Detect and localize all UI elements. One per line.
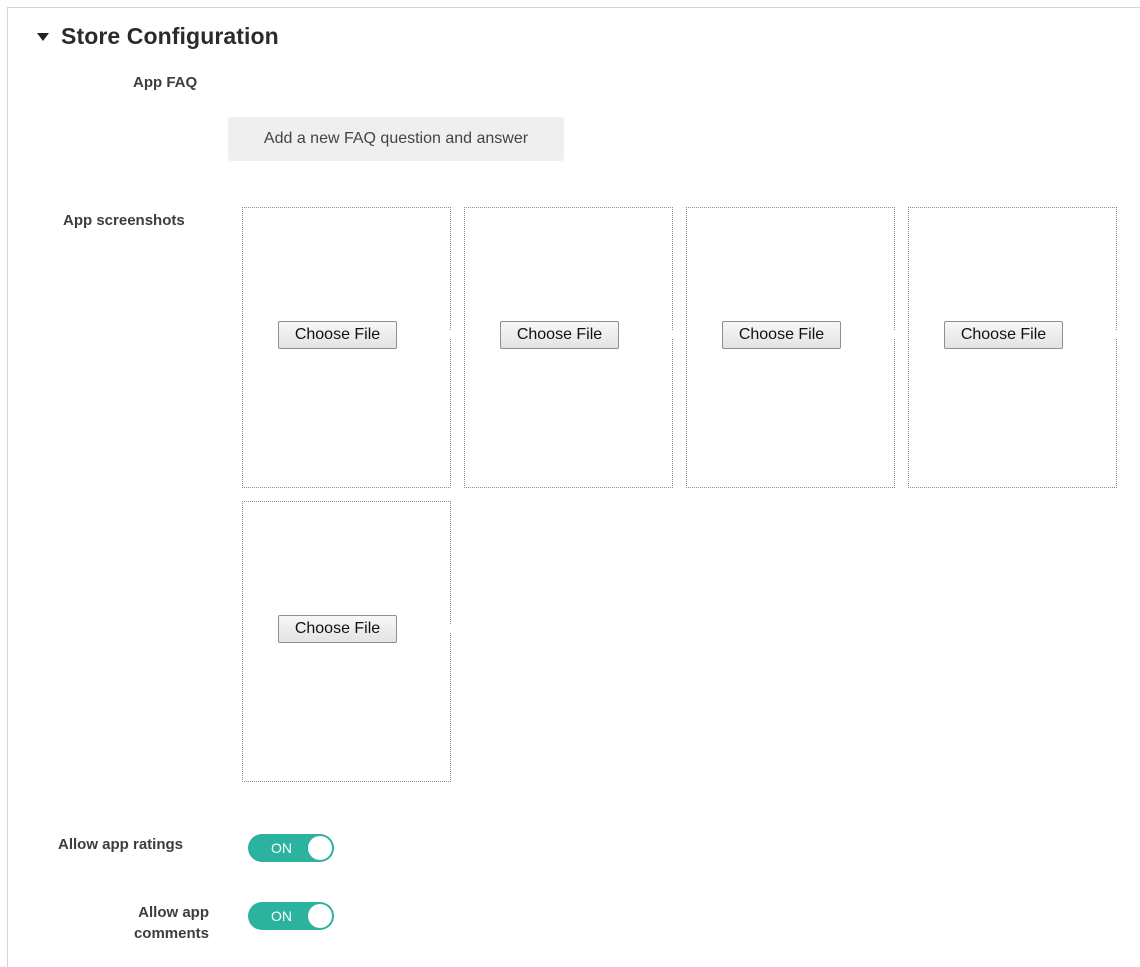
allow-app-ratings-toggle[interactable]: ON (248, 834, 334, 862)
allow-app-comments-label-line2: comments (133, 925, 209, 942)
allow-app-comments-toggle[interactable]: ON (248, 902, 334, 930)
choose-file-button-3[interactable]: Choose File (722, 321, 841, 349)
screenshot-slot-5: Choose File (242, 501, 451, 782)
screenshot-slot-1: Choose File (242, 207, 451, 488)
screenshot-slot-4: Choose File (908, 207, 1117, 488)
choose-file-button-1[interactable]: Choose File (278, 321, 397, 349)
choose-file-button-2[interactable]: Choose File (500, 321, 619, 349)
app-screenshots-label: App screenshots (63, 212, 185, 229)
choose-file-button-5[interactable]: Choose File (278, 615, 397, 643)
allow-app-comments-label-line1: Allow app (138, 904, 209, 921)
section-toggle-store-configuration[interactable]: Store Configuration (37, 20, 279, 52)
caret-down-icon (37, 33, 49, 41)
toggle-knob (308, 904, 332, 928)
screenshot-slot-3: Choose File (686, 207, 895, 488)
toggle-knob (308, 836, 332, 860)
toggle-state-label: ON (271, 908, 292, 924)
allow-app-comments-label: Allow app comments (117, 902, 209, 944)
add-faq-button[interactable]: Add a new FAQ question and answer (228, 117, 564, 161)
choose-file-button-4[interactable]: Choose File (944, 321, 1063, 349)
screenshot-slot-2: Choose File (464, 207, 673, 488)
app-faq-label: App FAQ (133, 74, 198, 91)
allow-app-ratings-label: Allow app ratings (58, 836, 184, 853)
toggle-state-label: ON (271, 840, 292, 856)
section-title: Store Configuration (61, 22, 279, 49)
